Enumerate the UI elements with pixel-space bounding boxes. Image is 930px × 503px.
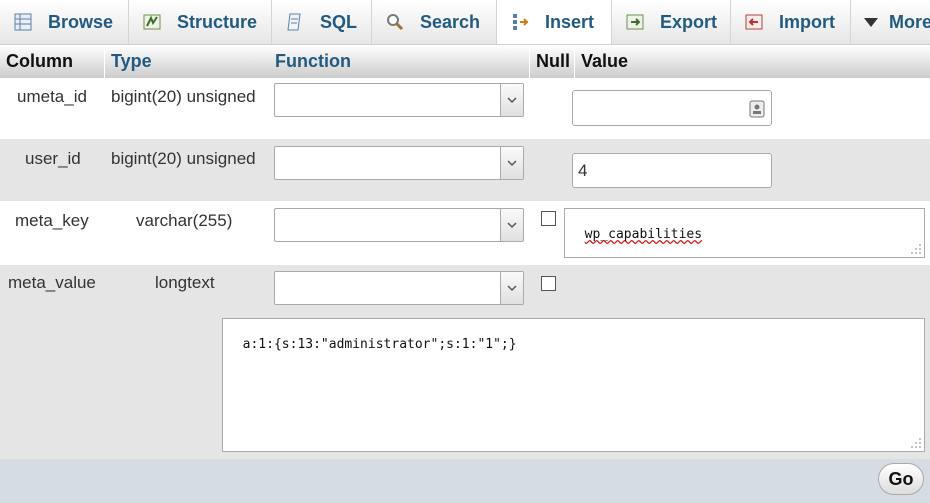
value-header: Value — [575, 45, 930, 78]
form-footer — [0, 459, 930, 503]
insert-icon — [509, 11, 531, 33]
tab-search[interactable]: Search — [372, 0, 497, 44]
value-textarea[interactable]: wp_capabilities — [564, 208, 925, 258]
tab-label: Import — [779, 11, 835, 32]
null-checkbox[interactable] — [541, 276, 556, 291]
value-textarea-text: wp_capabilities — [584, 227, 703, 242]
header-null-label: Null — [536, 51, 570, 71]
value-input[interactable] — [572, 90, 772, 126]
type-header: Type — [105, 45, 269, 78]
header-type-label: Type — [111, 51, 152, 71]
tab-sql[interactable]: SQL — [272, 0, 372, 44]
tab-more[interactable]: More — [851, 0, 930, 44]
header-column-label: Column — [6, 51, 73, 71]
tab-label: More — [889, 11, 930, 32]
go-button[interactable]: Go — [878, 463, 924, 495]
sql-icon — [284, 11, 306, 33]
chevron-down-icon — [500, 209, 523, 241]
value-textarea[interactable]: a:1:{s:13:"administrator";s:1:"1";} — [222, 318, 925, 452]
function-select[interactable] — [274, 271, 524, 305]
header-function-label: Function — [275, 51, 351, 71]
export-icon — [624, 11, 646, 33]
tab-browse[interactable]: Browse — [0, 0, 129, 44]
row-type: bigint(20) unsigned — [111, 87, 256, 106]
chevron-down-icon — [500, 84, 523, 116]
value-input-text: 4 — [578, 160, 588, 180]
row-type: varchar(255) — [136, 211, 233, 230]
tab-label: Browse — [48, 11, 114, 32]
function-select[interactable] — [274, 146, 524, 180]
resize-grip-icon[interactable] — [911, 244, 921, 254]
header-value-label: Value — [581, 51, 629, 71]
structure-icon — [141, 11, 163, 33]
null-checkbox[interactable] — [541, 211, 556, 226]
function-select[interactable] — [274, 208, 524, 242]
import-icon — [743, 11, 765, 33]
more-icon — [863, 11, 879, 33]
value-textarea-text: a:1:{s:13:"administrator";s:1:"1";} — [242, 337, 517, 352]
function-select[interactable] — [274, 83, 524, 117]
tab-insert[interactable]: Insert — [497, 0, 612, 44]
column-header: Column — [0, 45, 104, 78]
tab-import[interactable]: Import — [731, 0, 851, 44]
row-column-name: user_id — [25, 149, 81, 168]
tab-label: SQL — [320, 11, 358, 32]
row-type: bigint(20) unsigned — [111, 149, 256, 168]
null-header: Null — [530, 45, 574, 78]
value-input[interactable]: 4 — [572, 153, 772, 188]
chevron-down-icon — [500, 272, 523, 304]
function-header: Function — [269, 45, 529, 78]
row-column-name: meta_value — [8, 273, 96, 292]
tab-structure[interactable]: Structure — [129, 0, 272, 44]
tab-export[interactable]: Export — [612, 0, 731, 44]
row-type: longtext — [155, 273, 215, 292]
tab-label: Insert — [545, 11, 595, 32]
contact-card-icon — [749, 100, 765, 123]
tab-label: Search — [420, 11, 481, 32]
tab-label: Structure — [177, 11, 258, 32]
resize-grip-icon[interactable] — [911, 438, 921, 448]
tab-bar: Browse Structure SQL Search Insert Expor… — [0, 0, 930, 45]
chevron-down-icon — [500, 147, 523, 179]
search-icon — [384, 11, 406, 33]
row-column-name: umeta_id — [17, 87, 87, 106]
row-column-name: meta_key — [15, 211, 89, 230]
tab-label: Export — [660, 11, 718, 32]
browse-icon — [12, 11, 34, 33]
